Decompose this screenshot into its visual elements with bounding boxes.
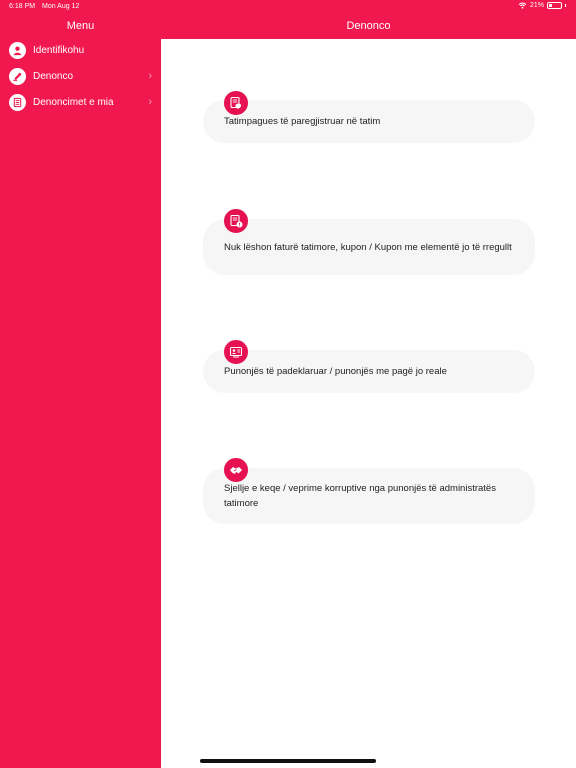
card-text: Tatimpagues të paregjistruar në tatim	[224, 116, 381, 127]
sidebar-item-identifikohu[interactable]: Identifikohu	[0, 37, 161, 63]
chevron-right-icon: ›	[148, 96, 152, 108]
status-time: 6:18 PM	[9, 3, 36, 10]
report-card-invoice[interactable]: Nuk lëshon faturë tatimore, kupon / Kupo…	[203, 219, 535, 275]
corruption-handshake-icon	[223, 457, 249, 483]
chevron-right-icon: ›	[148, 70, 152, 82]
list-icon	[9, 93, 26, 111]
page-title: Denonco	[346, 20, 391, 32]
battery-percent: 21%	[529, 2, 544, 9]
card-text: Nuk lëshon faturë tatimore, kupon / Kupo…	[224, 241, 512, 253]
sidebar-item-label: Denoncimet e mia	[33, 96, 114, 108]
report-card-corruption[interactable]: Sjellje e keqe / veprime korruptive nga …	[203, 468, 535, 524]
menu-title: Menu	[66, 20, 95, 32]
sidebar	[0, 0, 161, 768]
invoice-warning-icon	[223, 208, 249, 234]
home-indicator	[200, 759, 376, 763]
sidebar-item-label: Denonco	[33, 70, 74, 82]
undeclared-workers-icon	[223, 339, 249, 365]
card-text: Punonjës të padeklaruar / punonjës me pa…	[224, 366, 447, 377]
card-text: Sjellje e keqe / veprime korruptive nga …	[224, 483, 496, 509]
sidebar-item-denoncimet-e-mia[interactable]: Denoncimet e mia ›	[0, 89, 161, 115]
sidebar-item-label: Identifikohu	[33, 44, 85, 56]
report-icon	[9, 67, 26, 85]
battery-icon	[547, 2, 562, 9]
status-bar: 6:18 PM Mon Aug 12 21%	[0, 0, 576, 14]
unregistered-taxpayer-icon	[223, 90, 249, 116]
user-icon	[9, 41, 26, 59]
status-indicators: 21%	[518, 2, 566, 9]
sidebar-item-denonco[interactable]: Denonco ›	[0, 63, 161, 89]
wifi-icon	[518, 2, 527, 9]
report-card-undeclared-workers[interactable]: Punonjës të padeklaruar / punonjës me pa…	[203, 350, 535, 393]
battery-tip	[565, 4, 566, 7]
report-card-unregistered-taxpayer[interactable]: Tatimpagues të paregjistruar në tatim	[203, 100, 535, 143]
status-date: Mon Aug 12	[42, 3, 80, 10]
